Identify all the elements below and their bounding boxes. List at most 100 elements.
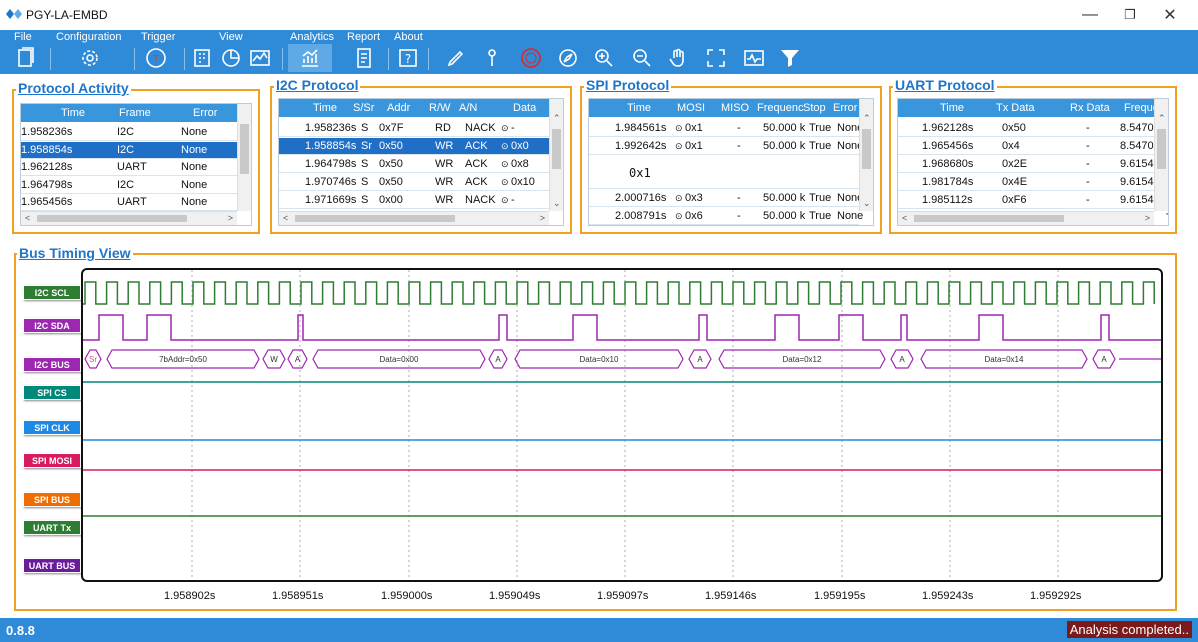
- help-icon[interactable]: ?: [396, 46, 420, 70]
- vertical-scrollbar[interactable]: ⌃ ⌄: [549, 99, 563, 211]
- filter-icon[interactable]: [778, 46, 802, 70]
- cell-value: I2C: [117, 178, 135, 191]
- table-row[interactable]: 1.962128s UART None: [21, 159, 237, 176]
- channel-label[interactable]: UART Tx: [23, 520, 81, 535]
- table-row[interactable]: 1.958236s I2C None: [21, 124, 237, 141]
- table-row[interactable]: 1.985112s0xF6-9.6154T: [898, 192, 1168, 209]
- column-header[interactable]: Frequenc: [757, 102, 803, 114]
- column-header[interactable]: Tx Data: [996, 102, 1035, 114]
- table-row[interactable]: 1.962128s0x50-8.5470T: [898, 120, 1168, 137]
- table-row[interactable]: 1.965456s UART None: [21, 194, 237, 211]
- horizontal-scrollbar[interactable]: < >: [21, 211, 237, 225]
- table-row[interactable]: 1.992642s ⊙ 0x1-50.000 k True None: [589, 138, 863, 155]
- table-row[interactable]: 1.981784s0x4E-9.6154T: [898, 174, 1168, 191]
- table-row[interactable]: 2.008791s ⊙ 0x6 - 50.000 k True None: [589, 208, 863, 225]
- column-header[interactable]: S/Sr: [353, 102, 374, 114]
- table-row[interactable]: 1.965456s0x4-8.5470T: [898, 138, 1168, 155]
- channel-label[interactable]: SPI CS: [23, 385, 81, 400]
- i2c-protocol-panel: Time S/Sr Addr R/W A/N Data 1.958236s S 0x…: [270, 86, 572, 234]
- vertical-scrollbar[interactable]: ⌃: [1154, 99, 1168, 211]
- expand-chevron-icon[interactable]: ⊙: [501, 159, 511, 169]
- column-header[interactable]: Time: [627, 102, 651, 114]
- minimize-button[interactable]: —: [1076, 4, 1104, 26]
- channel-label[interactable]: SPI CLK: [23, 420, 81, 435]
- report-icon[interactable]: [352, 46, 376, 70]
- fit-screen-icon[interactable]: [704, 46, 728, 70]
- pan-hand-icon[interactable]: [666, 46, 690, 70]
- probe-icon[interactable]: [480, 46, 504, 70]
- column-header[interactable]: Time: [940, 102, 964, 114]
- table-row[interactable]: 1.964798s I2C None: [21, 177, 237, 194]
- expand-chevron-icon[interactable]: ⊙: [501, 123, 511, 133]
- restore-button[interactable]: ❐: [1116, 4, 1144, 26]
- horizontal-scrollbar[interactable]: < >: [279, 211, 549, 225]
- channel-label[interactable]: SPI MOSI: [23, 453, 81, 468]
- column-header[interactable]: A/N: [459, 102, 477, 114]
- vertical-scrollbar[interactable]: ⌃ ⌄: [859, 99, 873, 211]
- vertical-scrollbar[interactable]: [237, 104, 251, 211]
- signal-icon[interactable]: [742, 46, 766, 70]
- menu-file[interactable]: File: [14, 31, 32, 43]
- table-cell: UART: [117, 196, 147, 208]
- channel-label[interactable]: UART BUS: [23, 558, 81, 573]
- expand-chevron-icon[interactable]: ⊙: [675, 211, 685, 221]
- record-icon[interactable]: [519, 46, 543, 70]
- table-row[interactable]: 1.958854s Sr 0x50 WR ACK ⊙ 0x0: [279, 138, 549, 155]
- table-cell: 50.000 k: [763, 122, 805, 134]
- cell-value: 0x1: [685, 140, 703, 152]
- pen-icon[interactable]: [444, 46, 468, 70]
- table-row[interactable]: 1.970746s S 0x50 WR ACK ⊙ 0x10: [279, 174, 549, 191]
- column-header[interactable]: Error: [833, 102, 857, 114]
- channel-label[interactable]: I2C BUS: [23, 357, 81, 372]
- column-header[interactable]: Data: [513, 102, 536, 114]
- column-header[interactable]: Time: [313, 102, 337, 114]
- column-header[interactable]: Addr: [387, 102, 410, 114]
- new-file-icon[interactable]: [14, 46, 38, 70]
- column-header[interactable]: Time: [61, 107, 85, 119]
- view-grid-icon[interactable]: [190, 46, 214, 70]
- channel-label[interactable]: I2C SDA: [23, 318, 81, 333]
- table-row[interactable]: 1.958854s I2C None: [21, 141, 237, 159]
- expand-chevron-icon[interactable]: ⊙: [675, 123, 685, 133]
- cell-value: 0x00: [379, 194, 403, 206]
- expand-chevron-icon[interactable]: ⊙: [675, 141, 685, 151]
- table-row[interactable]: 1.968680s0x2E-9.6154T: [898, 156, 1168, 173]
- channel-label[interactable]: SPI BUS: [23, 492, 81, 507]
- zoom-out-icon[interactable]: [630, 46, 654, 70]
- menu-configuration[interactable]: Configuration: [56, 31, 121, 43]
- expand-chevron-icon[interactable]: ⊙: [501, 195, 511, 205]
- waveform-canvas[interactable]: Sr 7bAddr=0x50 W A Data=0x00 A Data=0x10 A Data=…: [83, 270, 1161, 580]
- channel-label[interactable]: I2C SCL: [23, 285, 81, 300]
- zoom-in-icon[interactable]: [592, 46, 616, 70]
- menu-about[interactable]: About: [394, 31, 423, 43]
- timing-waveform-area[interactable]: Sr 7bAddr=0x50 W A Data=0x00 A Data=0x10 A Data=…: [81, 268, 1163, 582]
- view-chart-icon[interactable]: [219, 46, 243, 70]
- expand-chevron-icon[interactable]: ⊙: [675, 193, 685, 203]
- table-row[interactable]: 1.964798s S 0x50 WR ACK ⊙ 0x8: [279, 156, 549, 173]
- horizontal-scrollbar[interactable]: < >: [898, 211, 1154, 225]
- column-header[interactable]: MISO: [721, 102, 749, 114]
- column-header[interactable]: Stop: [803, 102, 826, 114]
- expand-chevron-icon[interactable]: ⊙: [501, 177, 511, 187]
- column-header[interactable]: Error: [193, 107, 217, 119]
- compass-icon[interactable]: [556, 46, 580, 70]
- table-row[interactable]: 1.984561s ⊙ 0x1-50.000 k True None: [589, 120, 863, 137]
- analytics-icon[interactable]: [298, 46, 322, 70]
- column-header[interactable]: MOSI: [677, 102, 705, 114]
- view-waveform-icon[interactable]: [248, 46, 272, 70]
- table-row[interactable]: 1.958236s S 0x7F RD NACK ⊙ -: [279, 120, 549, 137]
- menu-analytics[interactable]: Analytics: [290, 31, 334, 43]
- trigger-icon[interactable]: T: [144, 46, 168, 70]
- expand-chevron-icon[interactable]: ⊙: [501, 141, 511, 151]
- column-header[interactable]: R/W: [429, 102, 450, 114]
- table-row[interactable]: 1.971669s S 0x00 WR NACK ⊙ -: [279, 192, 549, 209]
- menu-view[interactable]: View: [219, 31, 243, 43]
- settings-gear-icon[interactable]: [78, 46, 102, 70]
- column-header[interactable]: Rx Data: [1070, 102, 1110, 114]
- i2c-scl-trace: [83, 281, 1155, 305]
- column-header[interactable]: Frame: [119, 107, 151, 119]
- close-button[interactable]: ✕: [1156, 4, 1184, 26]
- table-row[interactable]: 2.000716s ⊙ 0x3-50.000 k True None: [589, 190, 863, 207]
- menu-report[interactable]: Report: [347, 31, 380, 43]
- menu-trigger[interactable]: Trigger: [141, 31, 175, 43]
